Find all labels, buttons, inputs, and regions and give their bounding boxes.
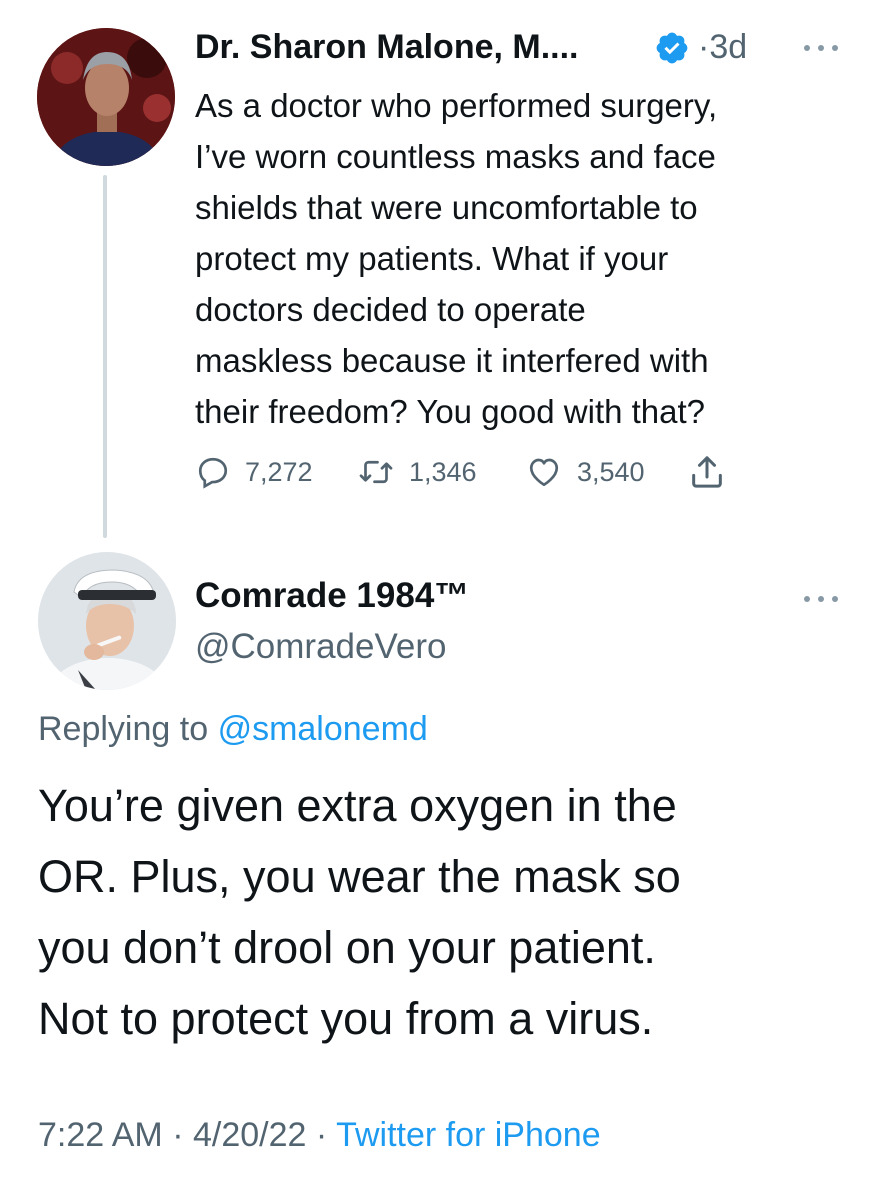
more-icon[interactable] (804, 593, 840, 605)
reply-author-handle[interactable]: @ComradeVero (195, 627, 446, 667)
avatar-photo (38, 552, 176, 690)
reply-icon (198, 457, 228, 489)
avatar-photo (37, 28, 175, 166)
heart-icon (529, 458, 559, 487)
tweet-meta: 7:22 AM · 4/20/22 · Twitter for iPhone (38, 1116, 601, 1155)
tweet-date[interactable]: 4/20/22 (193, 1116, 306, 1154)
retweet-count: 1,346 (409, 456, 477, 487)
thread-connector (103, 175, 107, 538)
reply-author-name[interactable]: Comrade 1984™ (195, 576, 469, 616)
author-avatar[interactable] (37, 28, 175, 166)
meta-separator: · (315, 1116, 328, 1154)
reply-text: You’re given extra oxygen in the OR. Plu… (38, 780, 681, 1044)
like-count: 3,540 (577, 456, 645, 487)
verified-badge-icon (656, 32, 688, 64)
tweet-source-link[interactable]: Twitter for iPhone (336, 1116, 601, 1154)
tweet-time-ago[interactable]: ·3d (698, 28, 747, 67)
share-icon (692, 456, 722, 488)
reply-count: 7,272 (245, 456, 313, 487)
retweet-icon (359, 460, 393, 484)
like-button[interactable]: 3,540 (525, 452, 645, 492)
replying-prefix: Replying to (38, 710, 209, 748)
reply-author-avatar[interactable] (38, 552, 176, 690)
replying-mention-link[interactable]: @smalonemd (218, 710, 428, 748)
meta-separator: · (172, 1116, 184, 1154)
tweet-text: As a doctor who performed surgery, I’ve … (195, 87, 718, 430)
author-name[interactable]: Dr. Sharon Malone, M.... (195, 28, 579, 67)
reply-button[interactable]: 7,272 (195, 452, 313, 492)
time-ago: 3d (709, 28, 748, 66)
share-button[interactable] (687, 452, 727, 492)
more-icon[interactable] (804, 42, 840, 54)
time-separator: · (698, 28, 710, 66)
tweet-time[interactable]: 7:22 AM (38, 1116, 163, 1154)
retweet-button[interactable]: 1,346 (357, 452, 477, 492)
replying-to: Replying to @smalonemd (38, 710, 428, 749)
